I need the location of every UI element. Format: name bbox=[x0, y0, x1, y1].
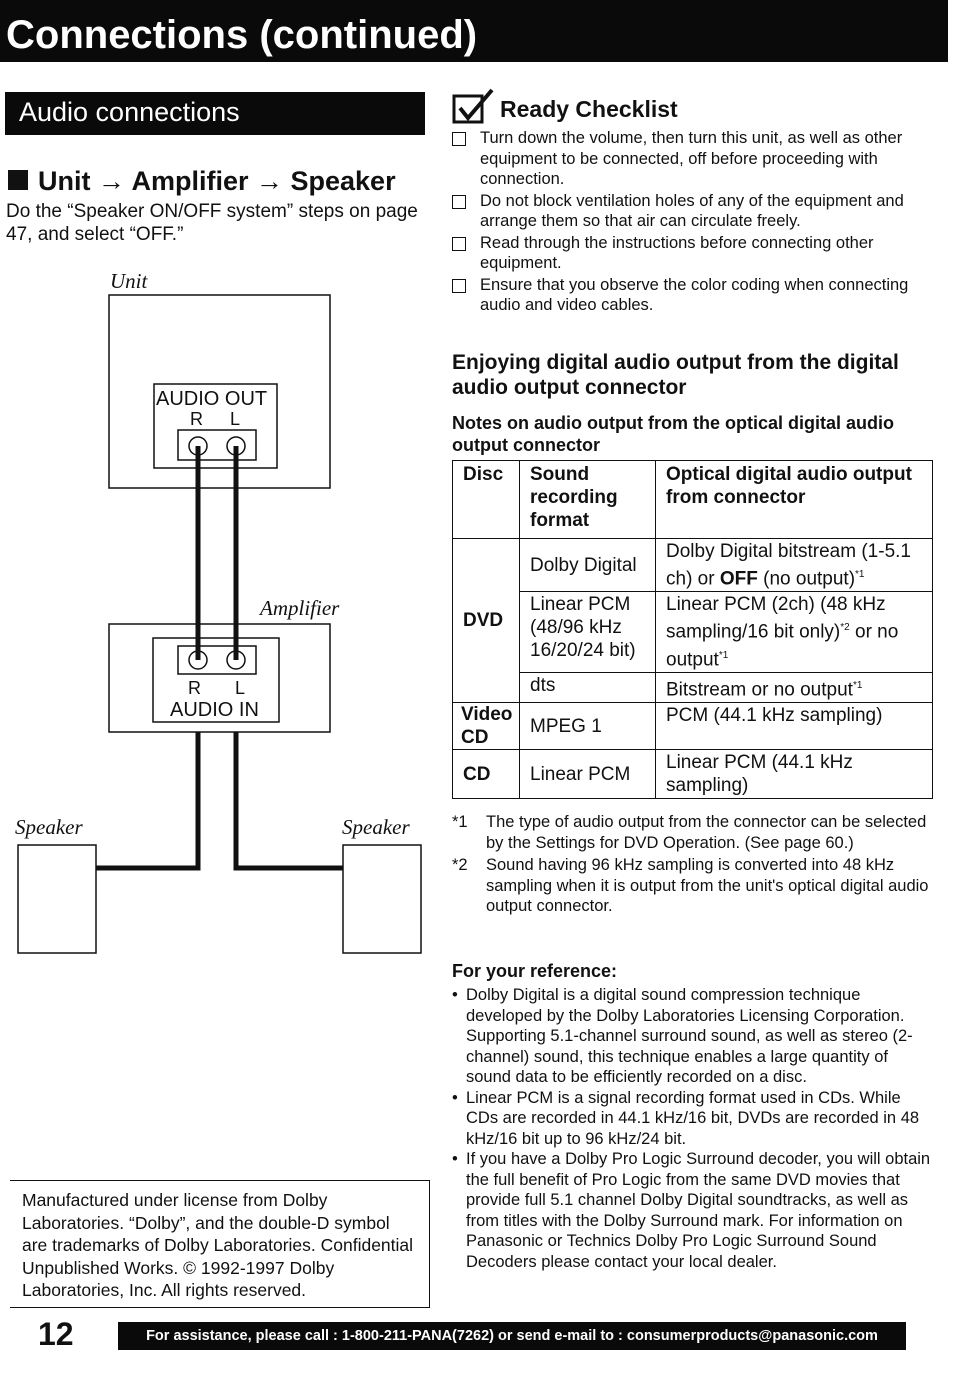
digital-heading: Enjoying digital audio output from the d… bbox=[452, 351, 899, 399]
audio-in-label: AUDIO IN bbox=[170, 699, 259, 721]
speaker-left-box bbox=[17, 844, 97, 954]
unit-label: Unit bbox=[110, 269, 149, 293]
checklist: Turn down the volume, then turn this uni… bbox=[452, 128, 932, 317]
dolby-notice: Manufactured under license from Dolby La… bbox=[10, 1180, 430, 1308]
page-title: Connections (continued) bbox=[0, 0, 948, 62]
footnote: *2 Sound having 96 kHz sampling is conver… bbox=[452, 856, 929, 915]
r-label: R bbox=[190, 409, 203, 429]
table-row: dts Bitstream or no output*1 bbox=[453, 671, 933, 704]
list-item: Linear PCM is a signal recording format … bbox=[452, 1088, 934, 1150]
checklist-item: Turn down the volume, then turn this uni… bbox=[452, 128, 932, 190]
table-row: Video CD MPEG 1 PCM (44.1 kHz sampling) bbox=[452, 702, 933, 751]
l-label: L bbox=[230, 409, 240, 429]
speaker-right-box bbox=[342, 844, 422, 954]
checkmark-box-icon bbox=[452, 88, 494, 124]
footnote: *1 The type of audio output from the conn… bbox=[452, 813, 927, 852]
square-bullet-icon bbox=[8, 170, 28, 190]
audio-out-label: AUDIO OUT bbox=[156, 388, 267, 410]
table-row: Linear PCM (48/96 kHz 16/20/24 bit) Linea… bbox=[453, 591, 933, 673]
checkbox-icon bbox=[452, 194, 466, 209]
help-banner: For assistance, please call : 1-800-211-… bbox=[118, 1322, 906, 1350]
page-number: 12 bbox=[38, 1316, 74, 1352]
table-row: CD Linear PCM Linear PCM (44.1 kHz samplin… bbox=[452, 749, 933, 800]
notes-heading: Notes on audio output from the optical d… bbox=[452, 413, 894, 455]
checkbox-icon bbox=[452, 278, 466, 293]
amplifier-label: Amplifier bbox=[258, 596, 340, 620]
checklist-title: Ready Checklist bbox=[500, 96, 678, 122]
checklist-header: Ready Checklist bbox=[452, 88, 678, 129]
list-item: Dolby Digital is a digital sound compres… bbox=[452, 985, 934, 1088]
section-title: Audio connections bbox=[5, 92, 425, 135]
checkbox-icon bbox=[452, 132, 466, 146]
speaker-left-label: Speaker bbox=[15, 815, 83, 839]
reference-heading: For your reference: bbox=[452, 961, 618, 981]
connection-diagram: Unit Amplifier Speaker Speaker AUDIO OUT… bbox=[15, 269, 422, 954]
speaker-right-label: Speaker bbox=[342, 815, 410, 839]
speaker-cable-right bbox=[233, 732, 343, 871]
table-row: DVD Dolby Digital Dolby Digital bitstream … bbox=[452, 537, 933, 704]
r-label: R bbox=[188, 678, 201, 698]
reference-list: Dolby Digital is a digital sound compres… bbox=[452, 985, 934, 1272]
audio-output-table: Disc Sound recording format Optical digita… bbox=[452, 460, 933, 800]
footnotes: *1 The type of audio output from the conn… bbox=[452, 812, 930, 917]
checklist-item: Ensure that you observe the color coding… bbox=[452, 275, 932, 316]
speaker-cable-left bbox=[96, 732, 201, 871]
l-label: L bbox=[235, 678, 245, 698]
list-item: If you have a Dolby Pro Logic Surround d… bbox=[452, 1149, 934, 1272]
checklist-item: Read through the instructions before con… bbox=[452, 233, 932, 274]
checkbox-icon bbox=[452, 236, 466, 251]
checklist-item: Do not block ventilation holes of any of… bbox=[452, 191, 932, 232]
unit-amplifier-speaker-heading: Unit → Amplifier → Speaker bbox=[8, 166, 396, 197]
unit-instructions: Do the “Speaker ON/OFF system” steps on … bbox=[6, 201, 418, 245]
heading-text: Unit → Amplifier → Speaker bbox=[38, 166, 396, 196]
